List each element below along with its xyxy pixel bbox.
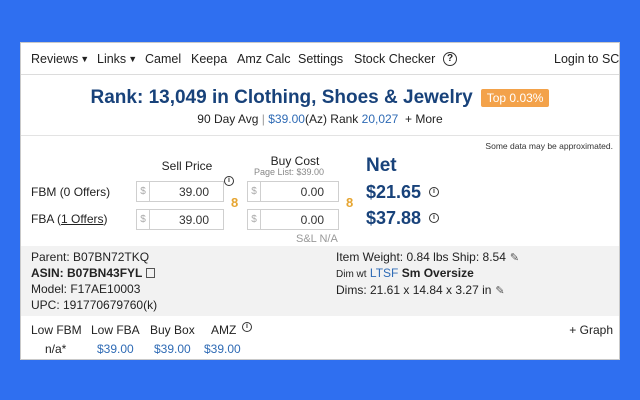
dim-wt-label: Dim wt [336,269,367,280]
pencil-icon[interactable]: ✎ [510,251,519,264]
asin: ASIN: B07BN43FYL [31,266,143,280]
amz-header: AMZ [211,323,237,337]
fba-net-value: $37.88 [366,208,422,228]
top-nav: Reviews ▼ Links ▼ Camel Keepa Amz Calc Set… [21,43,619,75]
product-details: Parent: B07BN72TKQ ASIN: B07BN43FYL Mode… [21,246,619,316]
amz-value: $39.00 [204,342,241,356]
graph-toggle[interactable]: + Graph [569,323,613,337]
avg-separator: | [261,112,265,126]
top-percent-badge: Top 0.03% [480,89,550,107]
fba-sell-price-input[interactable]: $ 39.00 [136,209,224,230]
fbm-offers: (0 Offers) [59,185,111,199]
low-fba-header: Low FBA [91,323,140,337]
buy-box-header: Buy Box [150,323,195,337]
low-fba-value: $39.00 [97,342,134,356]
nav-camel[interactable]: Camel [145,52,181,66]
fba-buy-cost-input[interactable]: $ 0.00 [247,209,339,230]
login-link[interactable]: Login to SC [554,52,619,66]
avg-row: 90 Day Avg | $39.00(Az) Rank 20,027 + Mo… [21,112,619,126]
fbm-net-value: $21.65 [366,182,422,202]
currency-label: $ [137,182,150,201]
info-icon[interactable]: i [224,176,234,186]
rank-title: Rank: 13,049 in Clothing, Shoes & Jewelr… [90,87,473,108]
nav-settings[interactable]: Settings [298,52,343,66]
parent-asin: Parent: B07BN72TKQ [31,250,150,264]
buy-cost-header: Buy Cost [270,154,320,168]
avg-rank: 20,027 [361,112,399,126]
fba-buy-cost-value: 0.00 [300,213,324,227]
fba-offers-link[interactable]: 1 Offers [61,212,103,226]
dimensions: Dims: 21.61 x 14.84 x 3.27 in [336,283,492,297]
upc: UPC: 191770679760(k) [31,298,158,312]
approx-note: Some data may be approximated. [485,141,613,151]
info-icon[interactable]: i [429,213,439,223]
currency-label: $ [248,210,261,229]
nav-amz-calc[interactable]: Amz Calc [237,52,290,66]
nav-stock-checker[interactable]: Stock Checker [354,52,435,66]
dim-weight-row: Dim wt LTSF Sm Oversize [336,266,474,280]
fbm-sell-price-input[interactable]: $ 39.00 [136,181,224,202]
avg-price: $39.00 [268,112,305,126]
caret-down-icon: ▼ [80,54,90,64]
buy-box-value: $39.00 [154,342,191,356]
info-icon[interactable]: i [429,187,439,197]
fbm-sell-price-value: 39.00 [178,185,209,199]
size-tier: Sm Oversize [401,266,474,280]
divider [21,135,619,136]
low-fbm-header: Low FBM [31,323,82,337]
net-header: Net [366,155,397,176]
avg-rank-label: (Az) Rank [304,112,359,126]
storage-label-status: S&L N/A [296,233,338,245]
low-fbm-value: n/a* [45,342,67,356]
link-chain-icon[interactable]: 8 [231,195,238,210]
currency-label: $ [248,182,261,201]
copy-icon[interactable] [146,268,156,278]
pencil-icon[interactable]: ✎ [495,284,504,297]
fbm-buy-cost-value: 0.00 [300,185,324,199]
link-chain-icon[interactable]: 8 [346,195,353,210]
item-weight: Item Weight: 0.84 lbs Ship: 8.54 [336,250,506,264]
nav-keepa[interactable]: Keepa [191,52,227,66]
more-link[interactable]: + More [405,112,443,126]
sell-price-header: Sell Price [161,159,213,173]
currency-label: $ [137,210,150,229]
help-icon[interactable]: ? [443,52,457,66]
dims-row: Dims: 21.61 x 14.84 x 3.27 in ✎ [336,283,505,297]
asin-row: ASIN: B07BN43FYL [31,266,156,280]
nav-links[interactable]: Links ▼ [97,52,137,66]
fbm-buy-cost-input[interactable]: $ 0.00 [247,181,339,202]
fbm-label: FBM (0 Offers) [31,185,111,199]
product-panel: Reviews ▼ Links ▼ Camel Keepa Amz Calc Set… [20,42,620,360]
info-icon[interactable]: i [242,322,252,332]
caret-down-icon: ▼ [128,54,138,64]
avg-label: 90 Day Avg [197,112,259,126]
model: Model: F17AE10003 [31,282,141,296]
page-list-note: Page List: $39.00 [254,167,325,177]
item-weight-row: Item Weight: 0.84 lbs Ship: 8.54 ✎ [336,250,519,264]
fba-label: FBA (1 Offers) [31,212,108,226]
fba-sell-price-value: 39.00 [178,213,209,227]
nav-reviews[interactable]: Reviews ▼ [31,52,89,66]
rank-row: Rank: 13,049 in Clothing, Shoes & Jewelr… [21,87,619,109]
dim-wt-value: LTSF [369,266,399,280]
